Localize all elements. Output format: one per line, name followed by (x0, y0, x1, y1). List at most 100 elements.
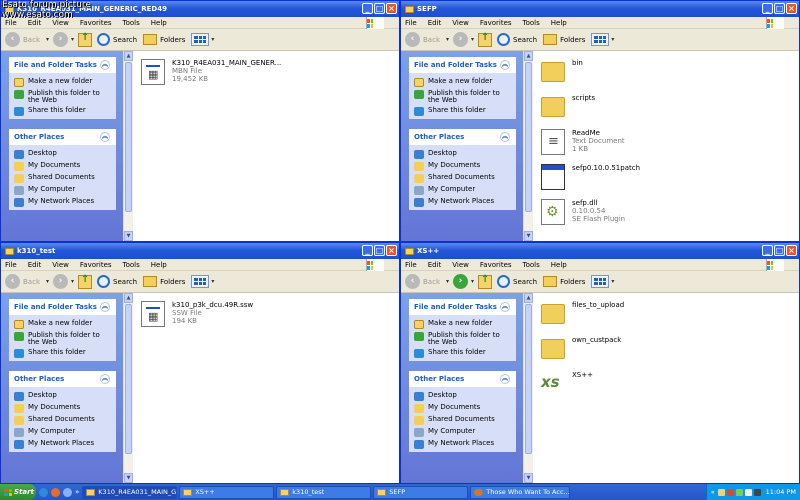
task-item[interactable]: Make a new folder (9, 318, 116, 330)
up-folder-icon[interactable] (78, 274, 93, 289)
browser-quicklaunch-icon[interactable] (39, 487, 48, 497)
views-icon[interactable] (191, 33, 210, 46)
places-header[interactable]: Other Places ︽ (9, 371, 116, 387)
taskbar-button[interactable]: k310_test (276, 485, 372, 499)
task-item[interactable]: Publish this folder to the Web (409, 330, 516, 347)
forward-dropdown-icon[interactable]: ▾ (471, 36, 474, 43)
place-item[interactable]: My Documents (409, 160, 516, 172)
tray-app-icon[interactable] (717, 488, 725, 496)
task-item[interactable]: Share this folder (409, 105, 516, 117)
taskbar-button[interactable]: K310_R4EA031_MAIN_G... (82, 485, 178, 499)
views-icon[interactable] (591, 33, 610, 46)
desktop-quicklaunch-icon[interactable] (63, 487, 72, 497)
minimize-button[interactable]: _ (362, 3, 373, 14)
close-button[interactable]: × (786, 3, 797, 14)
collapse-icon[interactable]: ︽ (500, 302, 510, 312)
file-item[interactable]: sefp0.10.0.51patch (541, 164, 791, 192)
start-button[interactable]: Start (0, 484, 36, 500)
collapse-icon[interactable]: ︽ (100, 132, 110, 142)
close-button[interactable]: × (386, 245, 397, 256)
views-dropdown-icon[interactable]: ▾ (611, 278, 614, 285)
menu-tools[interactable]: Tools (123, 261, 140, 269)
minimize-button[interactable]: _ (762, 245, 773, 256)
task-pane-scrollbar[interactable]: ▲ ▼ (123, 51, 133, 241)
minimize-button[interactable]: _ (362, 245, 373, 256)
folders-button[interactable]: Folders (543, 34, 585, 45)
tasks-header[interactable]: File and Folder Tasks ︽ (409, 299, 516, 315)
maximize-button[interactable]: □ (374, 3, 385, 14)
place-item[interactable]: My Documents (409, 402, 516, 414)
tray-volume-icon[interactable] (744, 488, 752, 496)
file-item[interactable]: k310_p3k_dcu.49R.sswSSW File194 KB (141, 301, 391, 329)
menu-file[interactable]: File (405, 19, 417, 27)
menu-file[interactable]: File (5, 261, 17, 269)
collapse-icon[interactable]: ︽ (100, 302, 110, 312)
views-dropdown-icon[interactable]: ▾ (211, 278, 214, 285)
views-icon[interactable] (191, 275, 210, 288)
menu-view[interactable]: View (52, 261, 69, 269)
place-item[interactable]: My Documents (9, 402, 116, 414)
task-item[interactable]: Share this folder (409, 347, 516, 359)
forward-dropdown-icon[interactable]: ▾ (71, 36, 74, 43)
back-dropdown-icon[interactable]: ▾ (446, 278, 449, 285)
file-item[interactable]: bin (541, 59, 791, 87)
places-header[interactable]: Other Places ︽ (409, 129, 516, 145)
up-folder-icon[interactable] (478, 274, 493, 289)
place-item[interactable]: Desktop (409, 148, 516, 160)
task-item[interactable]: Publish this folder to the Web (9, 330, 116, 347)
tasks-header[interactable]: File and Folder Tasks ︽ (9, 57, 116, 73)
menu-view[interactable]: View (452, 261, 469, 269)
menu-favorites[interactable]: Favorites (80, 261, 112, 269)
place-item[interactable]: Desktop (9, 390, 116, 402)
folders-button[interactable]: Folders (143, 34, 185, 45)
menu-edit[interactable]: Edit (428, 19, 442, 27)
menu-favorites[interactable]: Favorites (480, 261, 512, 269)
task-item[interactable]: Make a new folder (9, 76, 116, 88)
search-button[interactable]: Search (497, 275, 537, 288)
collapse-icon[interactable]: ︽ (500, 60, 510, 70)
task-item[interactable]: Publish this folder to the Web (409, 88, 516, 105)
place-item[interactable]: My Documents (9, 160, 116, 172)
menu-tools[interactable]: Tools (523, 19, 540, 27)
place-item[interactable]: My Network Places (9, 196, 116, 208)
file-item[interactable]: K310_R4EA031_MAIN_GENER...MBN File19,452… (141, 59, 391, 87)
task-item[interactable]: Make a new folder (409, 318, 516, 330)
maximize-button[interactable]: □ (374, 245, 385, 256)
task-item[interactable]: Publish this folder to the Web (9, 88, 116, 105)
collapse-icon[interactable]: ︽ (500, 132, 510, 142)
back-dropdown-icon[interactable]: ▾ (46, 36, 49, 43)
menu-help[interactable]: Help (151, 19, 167, 27)
collapse-icon[interactable]: ︽ (100, 374, 110, 384)
forward-button[interactable]: › (453, 274, 469, 289)
tasks-header[interactable]: File and Folder Tasks ︽ (9, 299, 116, 315)
place-item[interactable]: My Network Places (409, 438, 516, 450)
title-bar[interactable]: k310_test _ □ × (1, 243, 399, 259)
tray-monitor-icon[interactable] (753, 488, 761, 496)
menu-file[interactable]: File (405, 261, 417, 269)
taskbar-button[interactable]: XS++ (179, 485, 275, 499)
menu-edit[interactable]: Edit (428, 261, 442, 269)
tray-network-icon[interactable] (726, 488, 734, 496)
back-button[interactable]: ‹ Back (5, 274, 40, 289)
up-folder-icon[interactable] (78, 32, 93, 47)
place-item[interactable]: My Computer (9, 426, 116, 438)
back-dropdown-icon[interactable]: ▾ (46, 278, 49, 285)
place-item[interactable]: Desktop (409, 390, 516, 402)
views-dropdown-icon[interactable]: ▾ (611, 36, 614, 43)
views-icon[interactable] (591, 275, 610, 288)
close-button[interactable]: × (386, 3, 397, 14)
forward-button[interactable]: › (453, 32, 469, 47)
collapse-icon[interactable]: ︽ (500, 374, 510, 384)
place-item[interactable]: Shared Documents (409, 172, 516, 184)
search-button[interactable]: Search (497, 33, 537, 46)
search-button[interactable]: Search (97, 33, 137, 46)
place-item[interactable]: My Computer (9, 184, 116, 196)
maximize-button[interactable]: □ (774, 245, 785, 256)
place-item[interactable]: My Network Places (409, 196, 516, 208)
media-quicklaunch-icon[interactable] (51, 487, 60, 497)
taskbar-button[interactable]: Those Who Want To Acc... (470, 485, 571, 499)
minimize-button[interactable]: _ (762, 3, 773, 14)
forward-dropdown-icon[interactable]: ▾ (471, 278, 474, 285)
task-item[interactable]: Share this folder (9, 105, 116, 117)
forward-dropdown-icon[interactable]: ▾ (71, 278, 74, 285)
